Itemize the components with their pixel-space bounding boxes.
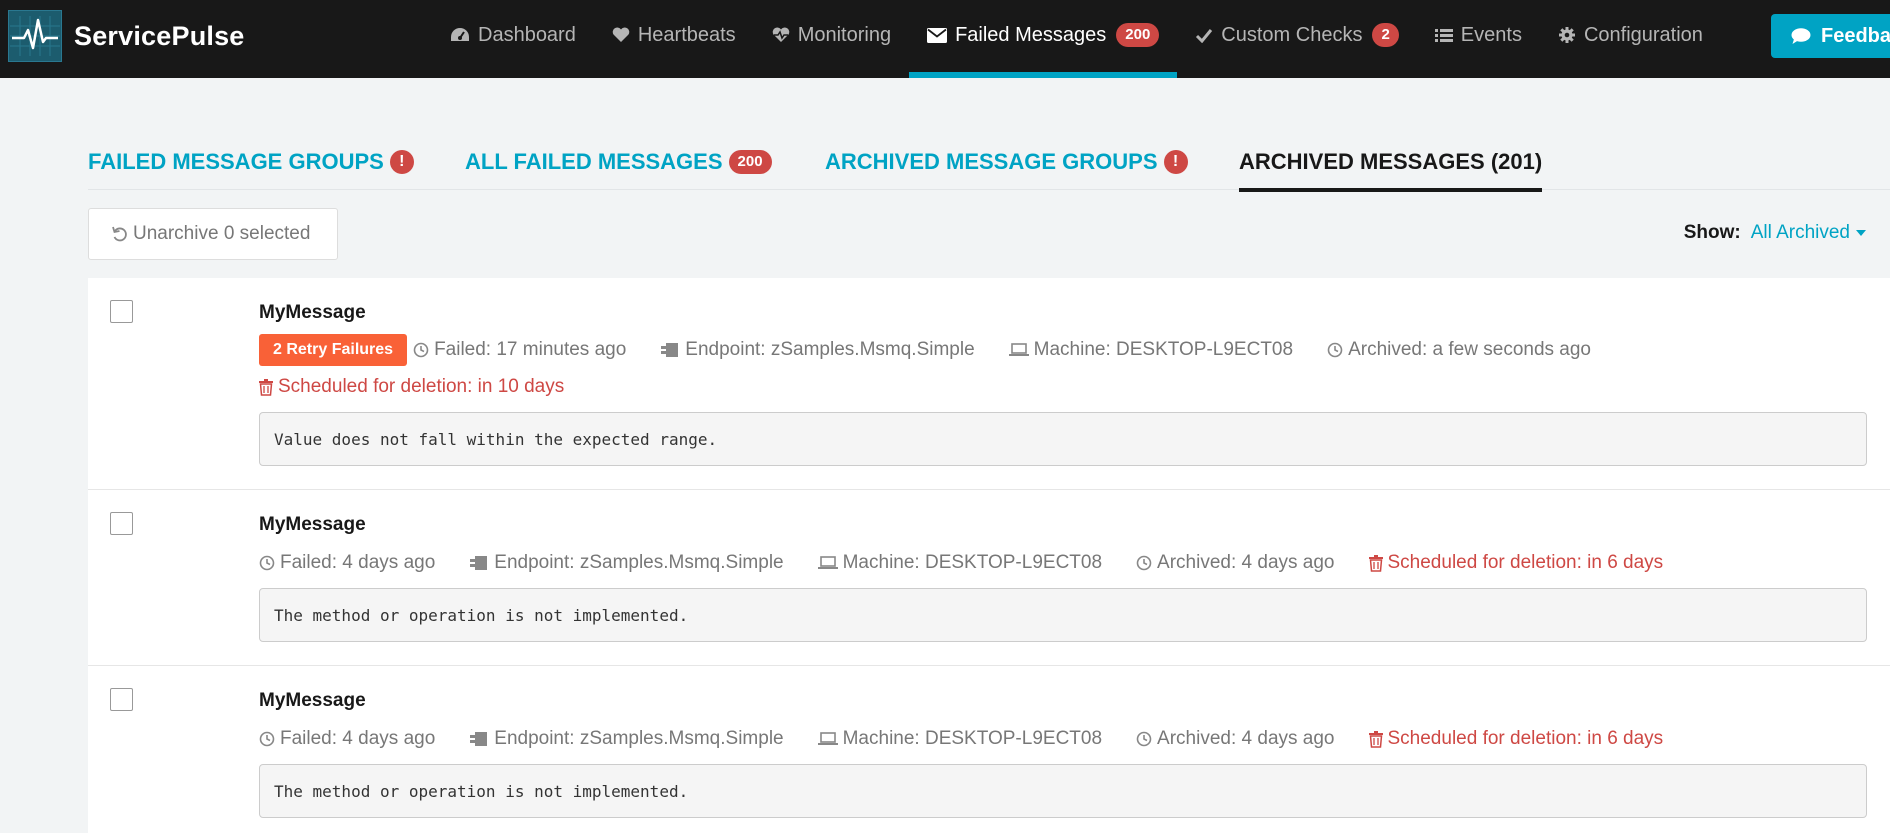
feedback-button[interactable]: Feedback [1771,14,1890,58]
unarchive-selected-button[interactable]: Unarchive 0 selected [88,208,338,260]
clock-icon [1327,342,1343,358]
failed-messages-count-badge: 200 [1116,23,1160,47]
endpoint-icon [660,342,680,358]
tab-label: ARCHIVED MESSAGES (201) [1239,149,1543,174]
comment-icon [1791,27,1811,45]
exception-message: The method or operation is not implement… [259,764,1867,818]
message-tabs: FAILED MESSAGE GROUPS ! ALL FAILED MESSA… [88,138,1890,192]
clock-icon [259,555,275,571]
dashboard-icon [450,26,470,44]
clock-icon [259,731,275,747]
heart-icon [612,27,630,43]
show-filter-value: All Archived [1750,222,1850,243]
machine-name: Machine: DESKTOP-L9ECT08 [817,728,1102,750]
failed-time: Failed: 4 days ago [259,728,435,750]
nav-item-monitoring[interactable]: Monitoring [754,0,909,70]
app-name: ServicePulse [74,20,245,51]
tab-archived-messages[interactable]: ARCHIVED MESSAGES (201) [1239,148,1543,192]
trash-icon [1368,554,1383,572]
message-row[interactable]: MyMessage Failed: 4 days ago Endpoint: z… [88,490,1890,666]
nav-item-label: Custom Checks [1221,23,1363,46]
machine-name: Machine: DESKTOP-L9ECT08 [817,552,1102,574]
archived-time: Archived: 4 days ago [1136,552,1335,574]
tab-label: ALL FAILED MESSAGES [465,149,723,174]
message-meta: Failed: 4 days ago Endpoint: zSamples.Ms… [259,552,1697,574]
top-navbar: ServicePulse Dashboard Heartbeats Monito… [0,0,1890,78]
feedback-label: Feedback [1821,24,1890,47]
archived-message-list: MyMessage 2 Retry Failures Failed: 17 mi… [88,278,1890,833]
show-label: Show: [1683,222,1741,243]
nav-item-label: Monitoring [797,23,892,46]
tab-label: FAILED MESSAGE GROUPS [88,149,384,174]
nav-item-events[interactable]: Events [1417,0,1540,70]
show-filter-dropdown[interactable]: All Archived [1751,222,1866,244]
envelope-icon [927,27,948,43]
nav-item-label: Events [1460,23,1522,46]
nav-item-custom-checks[interactable]: Custom Checks 2 [1177,0,1417,70]
message-meta: Failed: 4 days ago Endpoint: zSamples.Ms… [259,728,1697,750]
nav-item-configuration[interactable]: Configuration [1540,0,1721,70]
unarchive-label: Unarchive 0 selected [133,223,311,244]
trash-icon [259,378,273,396]
tab-all-failed-messages[interactable]: ALL FAILED MESSAGES 200 [465,148,772,176]
nav-item-failed-messages[interactable]: Failed Messages 200 [909,0,1178,78]
servicepulse-logo-icon [8,10,62,62]
alert-indicator: ! [389,150,414,174]
nav-menu: Dashboard Heartbeats Monitoring Failed M… [432,0,1721,78]
laptop-icon [817,732,838,746]
laptop-icon [817,556,838,570]
alert-indicator: ! [1163,150,1188,174]
scheduled-deletion: Scheduled for deletion: in 10 days [259,376,564,398]
archived-time: Archived: 4 days ago [1136,728,1335,750]
caret-down-icon [1856,230,1866,236]
list-icon [1434,28,1453,43]
endpoint-name: Endpoint: zSamples.Msmq.Simple [469,728,784,750]
tab-label: ARCHIVED MESSAGE GROUPS [825,149,1158,174]
gear-icon [1558,26,1576,44]
archived-time: Archived: a few seconds ago [1327,339,1591,361]
machine-name: Machine: DESKTOP-L9ECT08 [1008,339,1293,361]
retry-failures-label: 2 Retry Failures [259,334,408,366]
message-title: MyMessage [259,690,366,711]
endpoint-name: Endpoint: zSamples.Msmq.Simple [469,552,784,574]
nav-item-label: Dashboard [478,23,576,46]
clock-icon [1136,731,1152,747]
clock-icon [413,342,429,358]
clock-icon [1136,555,1152,571]
brand[interactable]: ServicePulse [8,10,245,62]
message-title: MyMessage [259,302,366,323]
laptop-icon [1008,343,1029,357]
nav-item-dashboard[interactable]: Dashboard [432,0,594,70]
message-title: MyMessage [259,514,366,535]
heartbeat-monitor-icon [772,27,790,43]
scheduled-deletion: Scheduled for deletion: in 6 days [1368,552,1663,574]
endpoint-name: Endpoint: zSamples.Msmq.Simple [660,339,975,361]
failed-time: Failed: 4 days ago [259,552,435,574]
message-meta-deletion: Scheduled for deletion: in 10 days [259,376,598,398]
tab-archived-message-groups[interactable]: ARCHIVED MESSAGE GROUPS ! [825,148,1188,176]
scheduled-deletion: Scheduled for deletion: in 6 days [1368,728,1663,750]
tab-failed-message-groups[interactable]: FAILED MESSAGE GROUPS ! [88,148,414,176]
endpoint-icon [469,731,489,747]
check-icon [1195,28,1213,43]
nav-item-label: Configuration [1583,23,1703,46]
custom-checks-count-badge: 2 [1372,23,1399,47]
undo-icon [111,225,129,243]
exception-message: Value does not fall within the expected … [259,412,1867,466]
message-row[interactable]: MyMessage Failed: 4 days ago Endpoint: z… [88,666,1890,833]
message-select-checkbox[interactable] [110,512,133,535]
nav-item-label: Heartbeats [637,23,736,46]
message-meta: 2 Retry Failures Failed: 17 minutes ago … [259,334,1625,366]
trash-icon [1368,730,1383,748]
nav-item-heartbeats[interactable]: Heartbeats [594,0,754,70]
message-select-checkbox[interactable] [110,688,133,711]
endpoint-icon [469,555,489,571]
message-select-checkbox[interactable] [110,300,133,323]
show-filter: Show: All Archived [1684,222,1866,244]
failed-time: Failed: 17 minutes ago [413,339,626,361]
nav-item-label: Failed Messages [955,23,1107,46]
count-badge: 200 [728,150,772,174]
message-row[interactable]: MyMessage 2 Retry Failures Failed: 17 mi… [88,278,1890,490]
exception-message: The method or operation is not implement… [259,588,1867,642]
